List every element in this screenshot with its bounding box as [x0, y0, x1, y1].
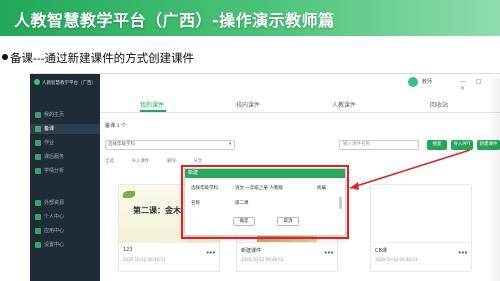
courseware-count: 备课 1 个	[105, 122, 126, 129]
more-options-icon[interactable]: •••	[324, 249, 334, 257]
sidebar-item-settings[interactable]: 设置中心	[30, 240, 100, 250]
count-prefix: 备课	[105, 123, 116, 129]
sidebar-section-divider	[30, 100, 100, 110]
apps-icon	[35, 228, 41, 234]
bullet-text: 备课---通过新建课件的方式创建课件	[10, 51, 195, 65]
app-logo: 人教智慧教学平台（广西）	[34, 79, 96, 86]
user-icon	[35, 214, 41, 220]
tab-pep-courseware[interactable]: 人教课件	[332, 100, 356, 109]
highlight-frame	[181, 165, 349, 239]
search-input[interactable]: 输入课件名称	[339, 140, 419, 150]
grade-subject-select-value: 选择年级学科	[108, 142, 135, 147]
tab-school-courseware[interactable]: 校内课件	[236, 100, 260, 109]
presentation-slide: 人教智慧教学平台（广西）-操作演示教师篇 备课---通过新建课件的方式创建课件 …	[0, 0, 500, 281]
slide-title: 人教智慧教学平台（广西）-操作演示教师篇	[14, 11, 335, 30]
import-courseware-tool[interactable]: 导入课件	[131, 159, 149, 164]
sidebar-item-analysis[interactable]: 学情分析	[30, 166, 100, 176]
sidebar-section-divider	[30, 186, 100, 196]
user-name[interactable]: 教师	[422, 78, 432, 85]
sidebar-item-label: 设置中心	[44, 242, 65, 248]
courseware-card[interactable]: CB课 2020-10-12 09:46:53 •••	[370, 184, 472, 272]
sidebar-item-apps[interactable]: 应用中心	[30, 226, 100, 236]
thumbnail-title: 第二课：金木	[133, 205, 181, 215]
tab-my-courseware[interactable]: 我的课件	[140, 100, 164, 109]
homework-icon	[35, 140, 41, 146]
analysis-icon	[35, 168, 41, 174]
courseware-thumbnail	[371, 185, 471, 243]
app-topbar: 教师 — □ ×	[100, 74, 500, 92]
resource-icon	[35, 200, 41, 206]
home-icon	[35, 112, 41, 118]
sidebar-item-service[interactable]: 课后服务	[30, 152, 100, 162]
avatar[interactable]	[408, 77, 418, 87]
chevron-down-icon: ▾	[228, 142, 231, 147]
courseware-name: CB课	[375, 248, 387, 254]
sidebar-item-label: 我的主页	[44, 112, 65, 118]
sidebar: 人教智慧教学平台（广西） 我的主页 备课 作业 课后服务 学情分析 外部资源 个…	[30, 74, 100, 281]
slide-title-bar: 人教智慧教学平台（广西）-操作演示教师篇	[0, 0, 500, 36]
list-tools: 全选 导入课件 删除 分享	[105, 158, 218, 164]
delete-tool[interactable]: 删除	[167, 159, 176, 164]
service-icon	[35, 154, 41, 160]
sidebar-item-label: 作业	[44, 140, 55, 146]
sidebar-item-label: 外部资源	[44, 200, 65, 206]
sidebar-item-homework[interactable]: 作业	[30, 138, 100, 148]
courseware-date: 2020-10-12 09:46:53	[375, 257, 418, 262]
app-logo-text: 人教智慧教学平台（广西）	[42, 81, 96, 86]
share-tool[interactable]: 分享	[193, 159, 202, 164]
logo-icon	[34, 79, 40, 85]
bullet-dot-icon	[2, 54, 8, 60]
active-tab-indicator	[140, 110, 166, 112]
search-button[interactable]: 搜索	[427, 140, 447, 150]
filter-bar: 选择年级学科▾ 输入课件名称 搜索 导入PPT 新建课件	[105, 140, 500, 152]
courseware-date: 2020-10-12 09:46:53	[123, 257, 166, 262]
count-suffix: 个	[121, 123, 127, 129]
sidebar-item-label: 备课	[44, 126, 55, 132]
main-tabs: 我的课件 校内课件 人教课件 回收站	[100, 97, 500, 113]
sidebar-item-home[interactable]: 我的主页	[30, 110, 100, 120]
leaf-decoration-icon	[123, 191, 135, 198]
page-edge-shadow	[486, 78, 500, 281]
book-icon	[35, 126, 41, 132]
sidebar-item-label: 个人中心	[44, 214, 65, 220]
count-value: 1	[116, 123, 120, 129]
sidebar-item-label: 学情分析	[44, 168, 65, 174]
sidebar-item-resources[interactable]: 外部资源	[30, 198, 100, 208]
more-options-icon[interactable]: •••	[206, 249, 216, 257]
sidebar-item-label: 课后服务	[44, 154, 65, 160]
sidebar-item-profile[interactable]: 个人中心	[30, 212, 100, 222]
more-options-icon[interactable]: •••	[458, 249, 468, 257]
courseware-name: 新建课件	[241, 248, 262, 254]
tab-recycle-bin[interactable]: 回收站	[430, 100, 448, 109]
settings-icon	[35, 242, 41, 248]
select-all-tool[interactable]: 全选	[105, 159, 114, 164]
courseware-name: 123	[123, 247, 133, 253]
courseware-date: 2020-10-12 09:46:53	[241, 257, 284, 262]
sidebar-item-label: 应用中心	[44, 228, 65, 234]
grade-subject-select[interactable]: 选择年级学科 ▾	[105, 140, 235, 150]
import-ppt-button[interactable]: 导入PPT	[451, 140, 473, 150]
slide-bullet: 备课---通过新建课件的方式创建课件	[2, 50, 194, 66]
sidebar-item-lesson-prep[interactable]: 备课	[30, 124, 100, 134]
